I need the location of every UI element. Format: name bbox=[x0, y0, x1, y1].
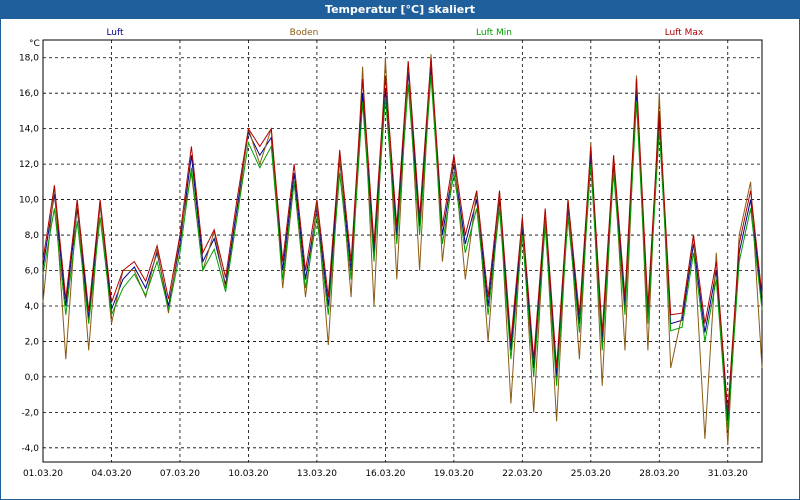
legend-entry: Luft bbox=[106, 28, 124, 38]
y-tick-label: 2,0 bbox=[25, 337, 40, 347]
grid-lines bbox=[42, 40, 762, 462]
y-axis-unit-label: °C bbox=[29, 39, 40, 49]
legend-entry: Luft Min bbox=[476, 28, 512, 38]
y-tick-label: 12,0 bbox=[19, 160, 39, 170]
plot-frame bbox=[42, 39, 763, 463]
x-tick-label: 16.03.20 bbox=[365, 469, 405, 479]
chart-canvas: 18,0 16,0 14,0 12,0 10,0 8,0 6,0 4,0 2,0 0,0 -2,0 -… bbox=[19, 28, 763, 479]
y-tick-label: 0,0 bbox=[25, 373, 40, 383]
series-line-luft-max bbox=[42, 57, 763, 413]
y-tick-label: 18,0 bbox=[19, 54, 39, 64]
y-tick-label: 14,0 bbox=[19, 125, 39, 135]
x-tick-label: 19.03.20 bbox=[434, 469, 474, 479]
x-tick-labels: 01.03.20 04.03.20 07.03.20 10.03.20 13.03.20… bbox=[23, 469, 748, 479]
y-tick-labels: 18,0 16,0 14,0 12,0 10,0 8,0 6,0 4,0 2,0 0,0 -2,0 -… bbox=[19, 54, 39, 454]
series-line-luft-min bbox=[42, 75, 763, 431]
series-line-boden bbox=[42, 54, 763, 445]
x-tick-label: 10.03.20 bbox=[228, 469, 268, 479]
series-lines bbox=[42, 54, 763, 445]
chart-title: Temperatur [°C] skaliert bbox=[1, 1, 799, 19]
x-tick-label: 13.03.20 bbox=[297, 469, 337, 479]
legend: Luft Boden Luft Min Luft Max bbox=[106, 28, 704, 38]
x-tick-label: 01.03.20 bbox=[23, 469, 63, 479]
x-tick-label: 28.03.20 bbox=[639, 469, 679, 479]
x-tick-label: 07.03.20 bbox=[160, 469, 200, 479]
y-tick-label: 10,0 bbox=[19, 196, 39, 206]
legend-entry: Boden bbox=[290, 28, 319, 38]
legend-entry: Luft Max bbox=[665, 28, 704, 38]
x-tick-label: 31.03.20 bbox=[708, 469, 748, 479]
chart-window: Temperatur [°C] skaliert 18,0 16,0 14,0 12,… bbox=[0, 0, 800, 500]
series-line-luft bbox=[42, 66, 763, 422]
x-tick-label: 04.03.20 bbox=[91, 469, 131, 479]
x-tick-label: 25.03.20 bbox=[571, 469, 611, 479]
y-tick-label: 6,0 bbox=[25, 267, 40, 277]
y-tick-label: 8,0 bbox=[25, 231, 40, 241]
y-tick-label: 16,0 bbox=[19, 89, 39, 99]
x-tick-label: 22.03.20 bbox=[502, 469, 542, 479]
y-tick-label: -2,0 bbox=[21, 408, 39, 418]
y-tick-label: -4,0 bbox=[21, 444, 39, 454]
y-tick-label: 4,0 bbox=[25, 302, 40, 312]
